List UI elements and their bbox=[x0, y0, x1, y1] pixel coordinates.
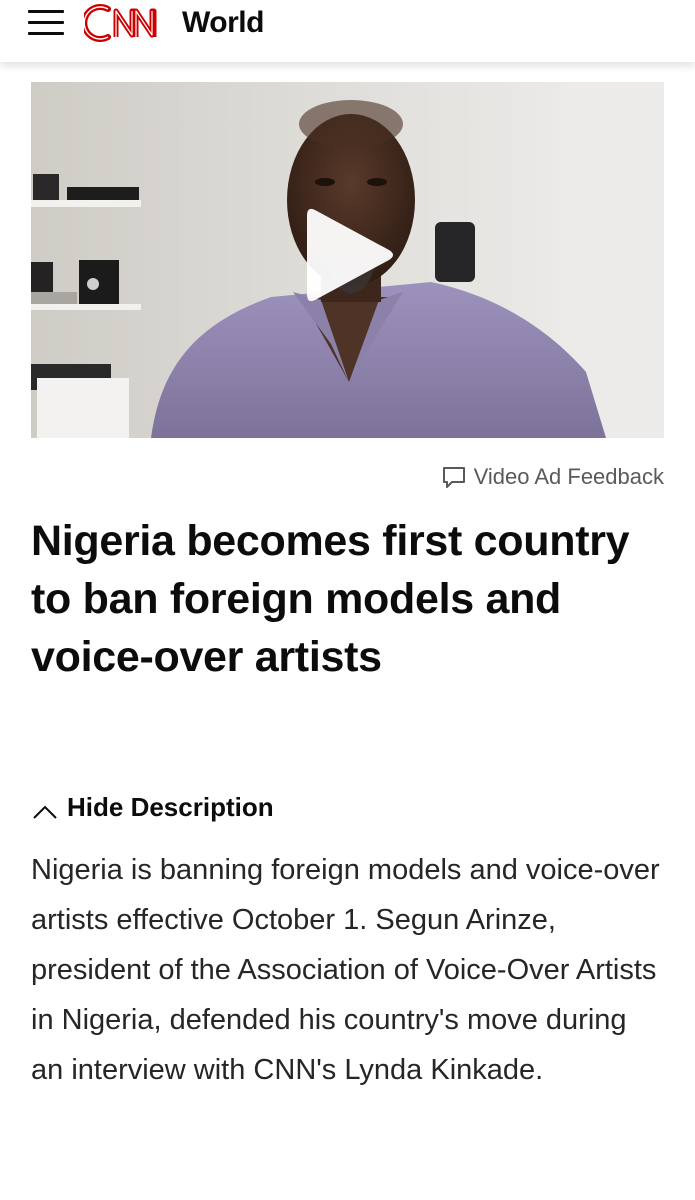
play-icon[interactable] bbox=[301, 200, 401, 310]
cnn-logo[interactable] bbox=[81, 3, 176, 43]
hamburger-menu-icon[interactable] bbox=[28, 9, 64, 37]
article-description: Nigeria is banning foreign models and vo… bbox=[31, 854, 660, 1086]
top-navigation-bar: World bbox=[0, 0, 695, 62]
hide-description-label: Hide Description bbox=[67, 792, 274, 822]
article-headline: Nigeria becomes first country to ban for… bbox=[31, 517, 630, 681]
speech-bubble-icon bbox=[442, 465, 466, 489]
hide-description-toggle[interactable]: Hide Description bbox=[31, 792, 274, 823]
section-title[interactable]: World bbox=[182, 6, 264, 40]
video-player[interactable] bbox=[31, 82, 664, 438]
chevron-up-icon bbox=[31, 798, 59, 819]
feedback-label: Video Ad Feedback bbox=[473, 464, 664, 489]
video-ad-feedback-link[interactable]: Video Ad Feedback bbox=[442, 464, 664, 490]
